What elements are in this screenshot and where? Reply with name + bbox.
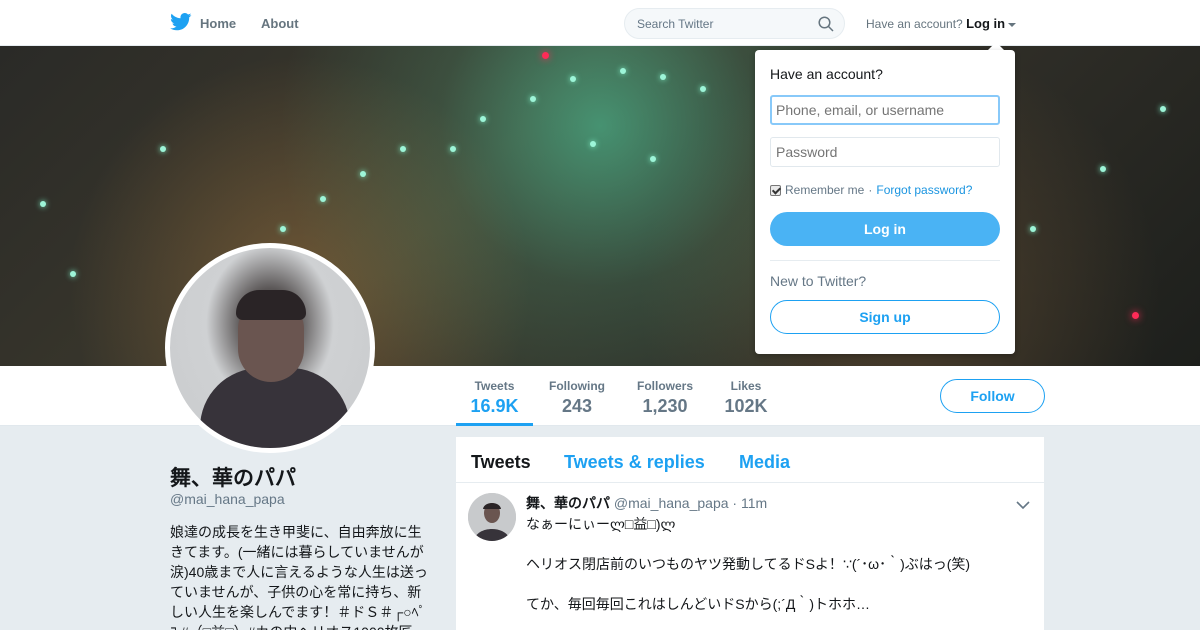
remember-me-row: Remember me · Forgot password? <box>770 183 972 197</box>
tweet-header: 舞、華のパパ @mai_hana_papa · 11m <box>526 493 767 513</box>
timeline-tabs: Tweets Tweets & replies Media <box>456 437 1044 483</box>
remember-me-checkbox[interactable] <box>770 184 781 196</box>
login-prompt: Have an account? Log in <box>866 16 1017 31</box>
search-icon[interactable] <box>818 16 834 37</box>
nav-home-link[interactable]: Home <box>170 13 236 34</box>
chevron-down-icon <box>1008 22 1017 27</box>
tweet-author-handle[interactable]: @mai_hana_papa <box>614 495 729 511</box>
forgot-password-link[interactable]: Forgot password? <box>876 183 972 197</box>
nav-home-label: Home <box>200 16 237 31</box>
profile-bio: 娘達の成長を生き甲斐に、自由奔放に生きてます。(一緒には暮らしていませんが涙)4… <box>170 524 428 630</box>
search-box[interactable]: Search Twitter <box>624 8 845 39</box>
twitter-bird-icon <box>170 13 192 34</box>
timeline: Tweets Tweets & replies Media 舞、華のパパ @ma… <box>456 437 1044 630</box>
tweet-timestamp[interactable]: 11m <box>741 495 767 511</box>
stat-label: Likes <box>730 379 762 393</box>
nav-about-link[interactable]: About <box>261 16 299 31</box>
login-dropdown: Have an account? Remember me · Forgot pa… <box>755 50 1015 354</box>
tab-tweets[interactable]: Tweets <box>471 452 531 473</box>
tweet-text-line: てか、毎回毎回これはしんどいドSから(;´Д｀)トホホ… <box>526 596 870 612</box>
login-dropdown-title: Have an account? <box>770 66 883 82</box>
account-prompt-text: Have an account? <box>866 17 963 31</box>
stat-value: 16.9K <box>470 396 519 416</box>
stat-likes[interactable]: Likes 102K <box>720 379 772 417</box>
tweet-avatar[interactable] <box>468 493 516 541</box>
follow-button[interactable]: Follow <box>940 379 1045 413</box>
username-field[interactable] <box>770 95 1000 125</box>
stat-label: Following <box>549 379 605 393</box>
login-button[interactable]: Log in <box>770 212 1000 246</box>
avatar-figure-hair <box>236 290 306 320</box>
new-to-twitter-text: New to Twitter? <box>770 273 867 289</box>
profile-handle[interactable]: @mai_hana_papa <box>170 491 285 507</box>
tweet[interactable]: 舞、華のパパ @mai_hana_papa · 11m なぁーにぃーლ□益□)ლ… <box>456 483 1044 630</box>
stat-value: 102K <box>724 396 768 416</box>
stat-following[interactable]: Following 243 <box>545 379 609 417</box>
stat-followers[interactable]: Followers 1,230 <box>634 379 696 417</box>
top-navigation: Home About Search Twitter Have an accoun… <box>0 0 1200 46</box>
separator: · <box>868 183 873 197</box>
signup-button[interactable]: Sign up <box>770 300 1000 334</box>
tab-media[interactable]: Media <box>739 452 790 473</box>
remember-me-label[interactable]: Remember me <box>785 183 864 197</box>
stat-label: Followers <box>636 379 693 393</box>
profile-name[interactable]: 舞、華のパパ <box>170 462 296 492</box>
stat-label: Tweets <box>474 379 515 393</box>
tweet-text-line: なぁーにぃーლ□益□)ლ <box>526 516 676 532</box>
login-dropdown-toggle[interactable]: Log in <box>966 16 1017 31</box>
chevron-down-icon[interactable] <box>1016 497 1030 515</box>
avatar[interactable] <box>165 243 375 453</box>
tweet-time-separator: · <box>732 495 738 511</box>
login-link-label: Log in <box>966 16 1006 31</box>
tweet-text-line: ヘリオス閉店前のいつものヤツ発動してるドSよ！∵(´･ω･｀)ぶはっ(笑) <box>526 556 971 572</box>
divider <box>770 260 1000 261</box>
tab-tweets-and-replies[interactable]: Tweets & replies <box>564 452 705 473</box>
password-field[interactable] <box>770 137 1000 167</box>
search-input[interactable]: Search Twitter <box>637 17 713 31</box>
stat-value: 243 <box>561 396 593 416</box>
stat-tweets[interactable]: Tweets 16.9K <box>456 379 533 426</box>
tweet-author-name[interactable]: 舞、華のパパ <box>526 495 610 511</box>
stat-value: 1,230 <box>642 396 688 416</box>
